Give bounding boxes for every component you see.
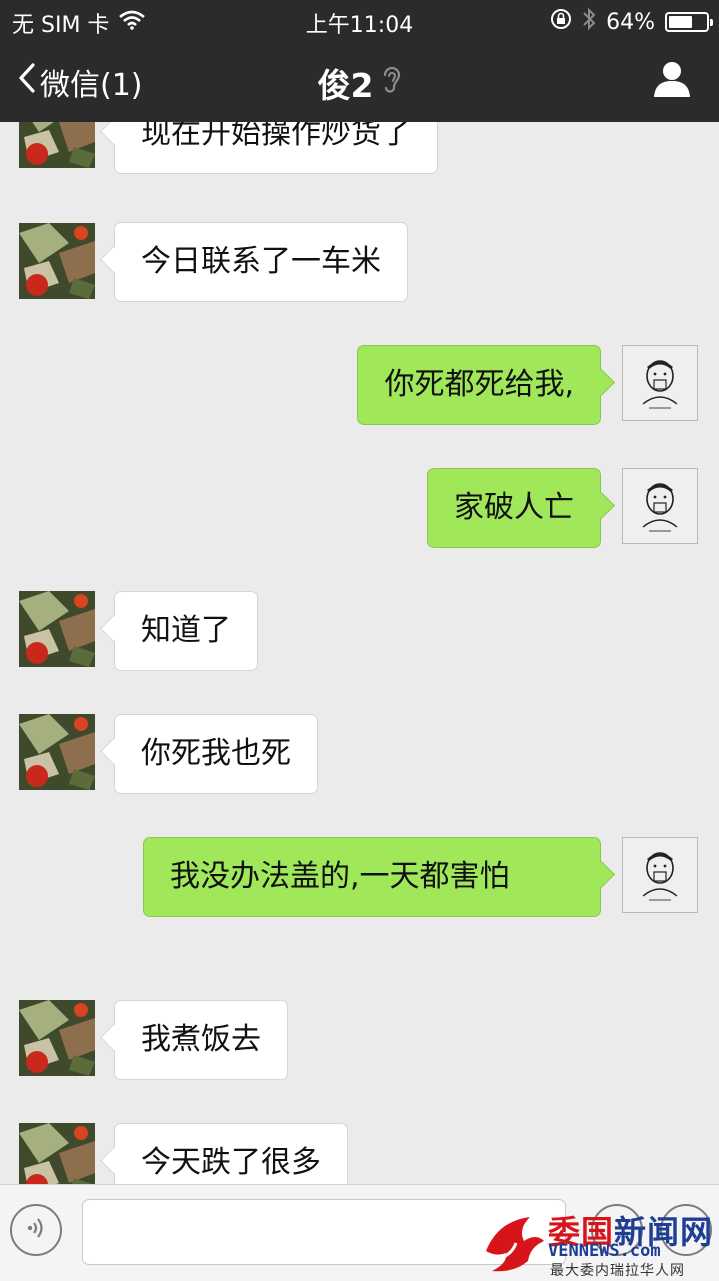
incoming-message[interactable]: 我煮饭去 xyxy=(114,1000,288,1080)
contact-avatar[interactable] xyxy=(19,223,95,299)
my-avatar[interactable] xyxy=(622,345,698,421)
outgoing-message[interactable]: 你死都死给我, xyxy=(357,345,601,425)
chat-title: 俊2 xyxy=(317,66,374,105)
orientation-lock-icon xyxy=(550,8,572,36)
voice-button[interactable] xyxy=(10,1204,62,1256)
watermark-domain: VENNEWS.com xyxy=(548,1241,661,1261)
battery-fill xyxy=(669,16,692,28)
incoming-message[interactable]: 今日联系了一车米 xyxy=(114,222,408,302)
my-avatar[interactable] xyxy=(622,837,698,913)
outgoing-message[interactable]: 家破人亡 xyxy=(427,468,601,548)
earpiece-icon xyxy=(381,64,401,103)
outgoing-message[interactable]: 我没办法盖的,一天都害怕 xyxy=(143,837,601,917)
nav-bar: 微信(1) 俊2 xyxy=(0,40,719,122)
battery-icon xyxy=(665,12,713,32)
my-avatar[interactable] xyxy=(622,468,698,544)
bluetooth-icon xyxy=(582,7,596,37)
status-bar: 无 SIM 卡 上午11:04 64% xyxy=(0,0,719,40)
person-icon xyxy=(653,62,691,102)
incoming-message[interactable]: 知道了 xyxy=(114,591,258,671)
incoming-message[interactable]: 你死我也死 xyxy=(114,714,318,794)
voice-icon xyxy=(23,1215,49,1245)
contact-avatar[interactable] xyxy=(19,122,95,168)
contact-avatar[interactable] xyxy=(19,591,95,667)
incoming-message[interactable]: 今天跌了很多 xyxy=(114,1123,348,1184)
watermark: 委国新闻网 VENNEWS.com 最大委内瑞拉华人网 xyxy=(478,1203,718,1280)
watermark-logo xyxy=(478,1211,550,1281)
chat-messages[interactable]: 现在开始操作炒货了 今日联系了一车米 你死都死给我, 家破人亡 知道了 你死我也… xyxy=(0,122,719,1184)
watermark-tagline: 最大委内瑞拉华人网 xyxy=(550,1263,685,1279)
battery-percent: 64% xyxy=(606,9,655,35)
incoming-message[interactable]: 现在开始操作炒货了 xyxy=(114,122,438,174)
contact-avatar[interactable] xyxy=(19,1000,95,1076)
contact-avatar[interactable] xyxy=(19,714,95,790)
contact-avatar[interactable] xyxy=(19,1123,95,1184)
clock: 上午11:04 xyxy=(305,13,414,38)
chat-info-button[interactable] xyxy=(653,60,691,102)
